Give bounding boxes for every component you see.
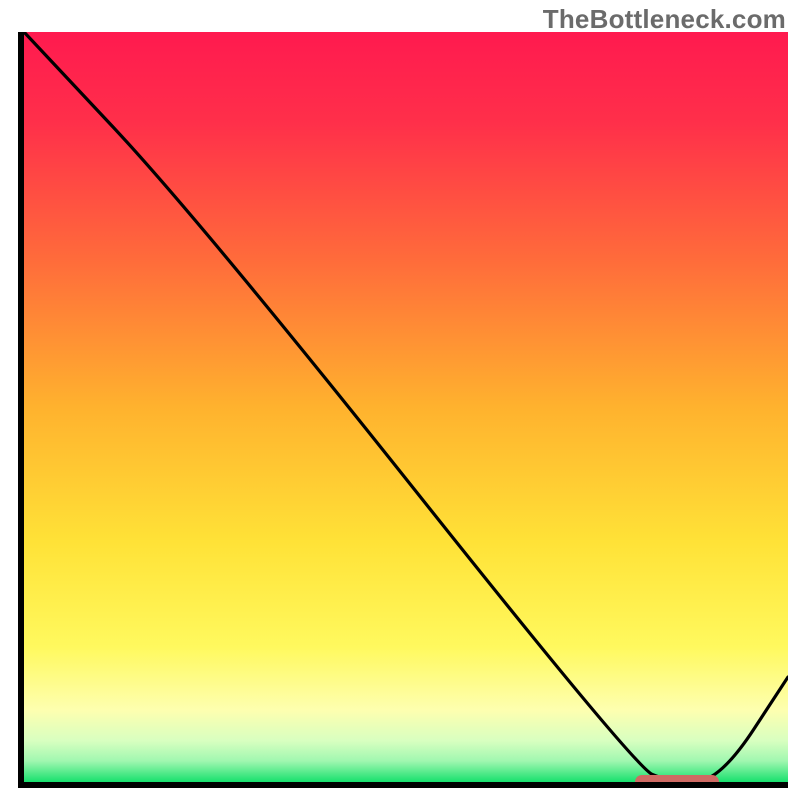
- chart-container: TheBottleneck.com: [0, 0, 800, 800]
- plot-background: [24, 32, 788, 782]
- plot-frame: [18, 32, 788, 788]
- watermark-text: TheBottleneck.com: [543, 4, 786, 35]
